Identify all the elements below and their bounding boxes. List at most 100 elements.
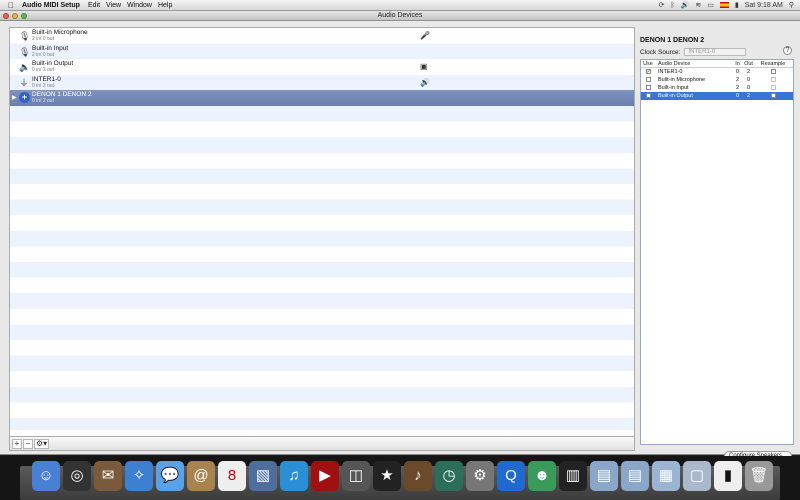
spotlight-icon[interactable]: ⚲	[789, 1, 794, 9]
input-source-flag-icon[interactable]	[719, 2, 729, 8]
help-button[interactable]: ?	[783, 46, 792, 55]
garageband-icon[interactable]: ♪	[404, 461, 432, 491]
device-name: DENON 1 DENON 2	[32, 91, 92, 99]
menu-window[interactable]: Window	[127, 2, 158, 9]
safari-icon[interactable]: ✧	[125, 461, 153, 491]
window-titlebar[interactable]: Audio Devices	[0, 11, 800, 21]
battery-icon[interactable]: ▭	[707, 1, 714, 9]
volume-icon[interactable]: 🔊	[681, 1, 690, 9]
audio-devices-window: Audio Devices 🎙 Built-in Microphone 2 in…	[0, 11, 800, 461]
device-name: Built-in Output	[32, 60, 74, 68]
speaker-icon[interactable]: 🔊	[420, 78, 430, 87]
subdevice-in: 0	[735, 93, 740, 99]
device-io: 0 in/ 2 out	[32, 82, 54, 89]
downloads-stack-icon[interactable]: ▦	[652, 461, 680, 491]
subdevice-in: 0	[735, 69, 740, 75]
app-menu[interactable]: Audio MIDI Setup	[22, 2, 88, 9]
resample-checkbox[interactable]	[770, 68, 776, 74]
use-checkbox[interactable]	[645, 84, 651, 90]
menu-help[interactable]: Help	[158, 2, 178, 9]
mail-icon[interactable]: ✉	[94, 461, 122, 491]
apple-menu-icon[interactable]: 	[0, 1, 22, 10]
microphone-icon[interactable]: 🎤	[420, 31, 430, 40]
table-row[interactable]: ✓ INTER1-0 0 2	[641, 68, 793, 76]
window-icon[interactable]: ▢	[683, 461, 711, 491]
remove-device-button[interactable]: −	[23, 438, 33, 449]
device-row-built-in-output[interactable]: 🔈 Built-in Output 0 in/ 2 out ▣	[10, 59, 634, 75]
device-name: Built-in Microphone	[32, 29, 88, 36]
col-resample[interactable]: Resample	[755, 61, 791, 67]
battery-status-icon[interactable]: ▮	[735, 1, 739, 9]
documents-folder-icon[interactable]: ▤	[621, 461, 649, 491]
aggregate-device-icon: +	[19, 92, 30, 104]
device-name: Built-in Input	[32, 44, 69, 52]
device-detail-panel: DENON 1 DENON 2 Clock Source: INTER1-0 ?…	[640, 27, 794, 461]
menu-bar:  Audio MIDI Setup Edit View Window Help…	[0, 0, 800, 11]
microphone-device-icon: 🎙	[19, 31, 31, 41]
gear-menu-button[interactable]: ⚙▾	[34, 438, 50, 449]
col-out[interactable]: Out	[742, 61, 755, 67]
device-row-denon-aggregate[interactable]: ▶ + DENON 1 DENON 2 0 in/ 2 out	[10, 90, 634, 106]
resample-checkbox[interactable]	[770, 76, 776, 82]
device-row-built-in-microphone[interactable]: 🎙 Built-in Microphone 2 in/ 0 out 🎤	[10, 28, 634, 44]
col-use[interactable]: Use	[641, 61, 655, 67]
address-book-icon[interactable]: @	[187, 461, 215, 491]
device-io: 2 in/ 0 out	[32, 36, 54, 42]
menu-edit[interactable]: Edit	[88, 2, 106, 9]
imovie-icon[interactable]: ★	[373, 461, 401, 491]
close-window-icon[interactable]	[3, 12, 9, 19]
quicktime-icon[interactable]: Q	[497, 461, 525, 491]
screen-icon[interactable]: ▣	[420, 62, 428, 71]
subdevice-name: Built-in Output	[658, 93, 693, 99]
terminal-icon[interactable]: ▮	[714, 461, 742, 491]
itunes-icon[interactable]: ♫	[280, 461, 308, 491]
sync-icon[interactable]: ⟳	[659, 1, 665, 9]
iphoto-icon[interactable]: ▧	[249, 461, 277, 491]
usb-device-icon: ⏚	[19, 77, 29, 88]
ichat-icon[interactable]: 💬	[156, 461, 184, 491]
disclosure-triangle-icon[interactable]: ▶	[12, 94, 17, 101]
trash-icon[interactable]: 🗑	[745, 461, 773, 491]
table-row[interactable]: Built-in Input 2 0	[641, 84, 793, 92]
bluetooth-icon[interactable]: ᛒ	[670, 2, 674, 9]
use-checkbox[interactable]	[645, 76, 651, 82]
device-io: 2 in/ 0 out	[32, 51, 54, 58]
minimize-window-icon[interactable]	[12, 12, 18, 19]
table-row[interactable]: Built-in Output 0 2	[641, 92, 793, 100]
speaker-device-icon: 🔈	[19, 62, 31, 73]
time-machine-icon[interactable]: ◷	[435, 461, 463, 491]
subdevice-name: INTER1-0	[658, 69, 683, 75]
subdevice-out: 2	[746, 69, 751, 75]
applications-folder-icon[interactable]: ▤	[590, 461, 618, 491]
menu-view[interactable]: View	[106, 2, 127, 9]
subdevice-out: 0	[746, 77, 751, 83]
clock-source-select[interactable]: INTER1-0	[684, 48, 747, 56]
use-checkbox[interactable]: ✓	[645, 69, 651, 75]
menu-extras: ⟳ ᛒ 🔊 ≋ ▭ ▮ Sat 9:18 AM ⚲	[659, 1, 800, 10]
resample-checkbox[interactable]	[770, 84, 776, 90]
add-device-button[interactable]: +	[12, 438, 22, 449]
messenger-icon[interactable]: ☻	[528, 461, 556, 491]
subdevice-name: Built-in Input	[658, 85, 689, 91]
dashboard-icon[interactable]: ◎	[63, 461, 91, 491]
subdevice-in: 2	[735, 85, 740, 91]
system-preferences-icon[interactable]: ⚙	[466, 461, 494, 491]
menubar-clock[interactable]: Sat 9:18 AM	[745, 2, 783, 9]
col-audio-device[interactable]: Audio Device	[655, 61, 733, 67]
subdevice-table: Use Audio Device In Out Resample ✓ INTER…	[640, 59, 794, 445]
piano-icon[interactable]: ▥	[559, 461, 587, 491]
finder-icon[interactable]: ☺	[32, 461, 60, 491]
table-row[interactable]: Built-in Microphone 2 0	[641, 76, 793, 84]
wifi-icon[interactable]: ≋	[695, 1, 701, 9]
device-row-inter1-0[interactable]: ⏚ INTER1-0 0 in/ 2 out 🔊	[10, 75, 634, 91]
device-name: INTER1-0	[32, 75, 61, 83]
ical-icon[interactable]: 8	[218, 461, 246, 491]
resample-checkbox[interactable]	[770, 92, 776, 98]
photo-booth-icon[interactable]: ◫	[342, 461, 370, 491]
use-checkbox[interactable]	[645, 92, 651, 98]
subdevice-in: 2	[735, 77, 740, 83]
dvd-player-icon[interactable]: ▶	[311, 461, 339, 491]
col-in[interactable]: In	[733, 61, 742, 67]
device-row-built-in-input[interactable]: 🎙 Built-in Input 2 in/ 0 out	[10, 44, 634, 60]
zoom-window-icon[interactable]	[21, 12, 27, 19]
